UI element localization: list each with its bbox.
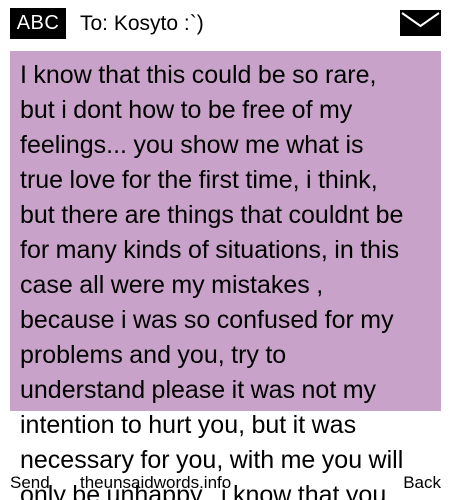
recipient-field[interactable]: To: Kosyto :`) <box>80 8 204 39</box>
message-line: for many kinds of situations, in this <box>20 236 400 264</box>
message-line: case all were my mistakes , <box>20 271 324 299</box>
send-button[interactable]: Send <box>10 472 50 494</box>
back-button[interactable]: Back <box>403 472 441 494</box>
input-mode-badge: ABC <box>10 8 66 39</box>
message-line: feelings... you show me what is <box>20 131 364 159</box>
message-line: but there are things that couldnt be <box>20 201 404 229</box>
message-line: problems and you, try to <box>20 341 287 369</box>
phone-screen: ABC To: Kosyto :`) I know that this coul… <box>0 0 450 500</box>
message-body[interactable]: I know that this could be so rare, but i… <box>20 58 440 500</box>
message-line: because i was so confused for my <box>20 306 394 334</box>
softkey-bar: Send theunsaidwords.info Back <box>0 472 450 500</box>
message-line: understand please it was not my <box>20 376 377 404</box>
envelope-icon <box>400 10 441 36</box>
message-line: true love for the first time, i think, <box>20 166 378 194</box>
message-line: intention to hurt you, but it was <box>20 411 357 439</box>
site-link[interactable]: theunsaidwords.info <box>80 472 231 494</box>
message-header: ABC To: Kosyto :`) <box>0 0 450 46</box>
message-line: but i dont how to be free of my <box>20 96 353 124</box>
message-line: I know that this could be so rare, <box>20 61 377 89</box>
